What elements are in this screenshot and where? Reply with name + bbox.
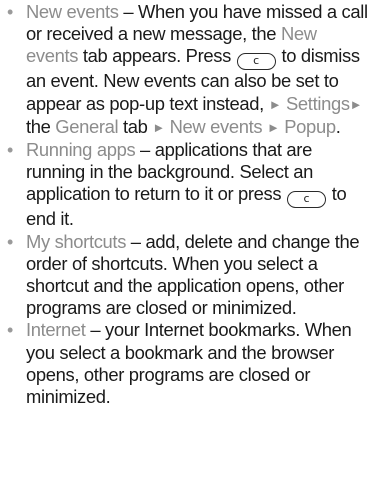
arrow-right-icon: ► — [268, 96, 282, 112]
list-item-my-shortcuts: • My shortcuts – add, delete and change … — [6, 231, 368, 320]
body-text: . — [335, 115, 341, 137]
menu-path-new-events: New events — [169, 115, 263, 137]
term-my-shortcuts: My shortcuts — [26, 230, 127, 252]
arrow-right-icon: ► — [266, 119, 280, 135]
bullet-icon: • — [7, 231, 13, 252]
term-running-apps: Running apps — [26, 139, 136, 161]
bullet-list: • New events – When you have missed a ca… — [6, 1, 368, 408]
term-new-events: New events — [26, 1, 119, 22]
list-item-running-apps: • Running apps – applications that are r… — [6, 139, 368, 231]
c-key-icon: c — [236, 53, 276, 71]
body-text: tab — [118, 115, 153, 137]
list-item-internet: • Internet – your Internet bookmarks. Wh… — [6, 319, 368, 408]
c-key-icon: c — [286, 191, 326, 209]
menu-path-popup: Popup — [284, 115, 336, 137]
manual-page: • New events – When you have missed a ca… — [0, 0, 371, 480]
body-text: the — [26, 115, 56, 137]
arrow-right-icon: ► — [349, 96, 363, 112]
term-internet: Internet — [26, 319, 86, 341]
bullet-icon: • — [7, 140, 13, 161]
menu-path-settings: Settings — [286, 92, 350, 114]
menu-path-general: General — [55, 115, 119, 137]
bullet-icon: • — [7, 2, 13, 22]
bullet-icon: • — [7, 320, 13, 341]
list-item-new-events: • New events – When you have missed a ca… — [6, 1, 368, 139]
arrow-right-icon: ► — [152, 119, 165, 135]
body-text: tab appears. Press — [78, 45, 236, 67]
